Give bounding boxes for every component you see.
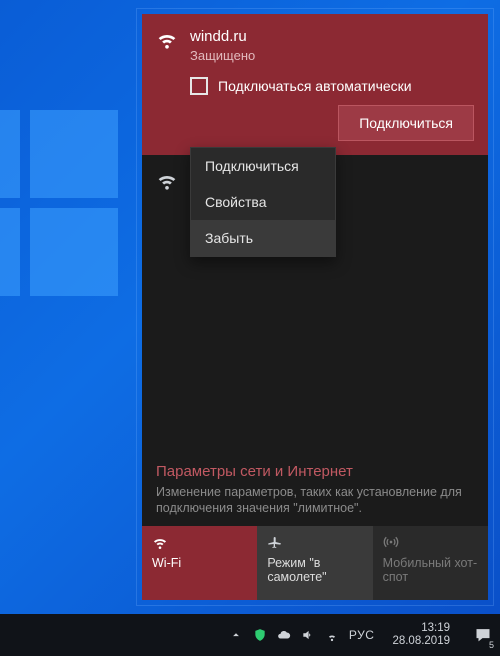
context-menu-forget[interactable]: Забыть <box>191 220 335 256</box>
network-settings-description: Изменение параметров, таких как установл… <box>156 484 474 516</box>
tray-cloud-icon[interactable] <box>277 628 291 642</box>
tray-network-icon[interactable] <box>325 628 339 642</box>
network-settings-title: Параметры сети и Интернет <box>156 463 474 480</box>
wifi-icon <box>152 534 247 550</box>
network-item-selected[interactable]: windd.ru Защищено Подключаться автоматич… <box>142 14 488 155</box>
connect-button[interactable]: Подключиться <box>338 105 474 141</box>
tile-wifi[interactable]: Wi-Fi <box>142 526 257 600</box>
hotspot-icon <box>383 534 478 550</box>
network-context-menu: Подключиться Свойства Забыть <box>190 147 336 257</box>
network-status: Защищено <box>190 48 255 63</box>
tile-wifi-label: Wi-Fi <box>152 556 247 570</box>
tray-date: 28.08.2019 <box>392 635 450 648</box>
context-menu-properties[interactable]: Свойства <box>191 184 335 220</box>
tray-clock[interactable]: 13:19 28.08.2019 <box>384 622 458 648</box>
context-menu-connect[interactable]: Подключиться <box>191 148 335 184</box>
quick-tiles: Wi-Fi Режим "в самолете" Мобильный хот-с… <box>142 526 488 600</box>
tray-chevron-up-icon[interactable] <box>229 628 243 642</box>
auto-connect-row[interactable]: Подключаться автоматически <box>190 77 474 95</box>
tray-volume-icon[interactable] <box>301 628 315 642</box>
network-name: windd.ru <box>190 28 255 46</box>
tile-hotspot-label: Мобильный хот-спот <box>383 556 478 584</box>
wifi-icon <box>156 169 178 191</box>
network-settings-link[interactable]: Параметры сети и Интернет Изменение пара… <box>142 451 488 526</box>
auto-connect-label: Подключаться автоматически <box>218 78 412 94</box>
taskbar: РУС 13:19 28.08.2019 5 <box>0 614 500 656</box>
system-tray: РУС 13:19 28.08.2019 5 <box>229 614 500 656</box>
network-item-second[interactable]: UКр Зац Подключиться Свойства Забыть <box>142 155 488 204</box>
tray-shield-icon[interactable] <box>253 628 267 642</box>
tile-airplane[interactable]: Режим "в самолете" <box>257 526 372 600</box>
airplane-icon <box>267 534 362 550</box>
network-flyout: windd.ru Защищено Подключаться автоматич… <box>142 14 488 600</box>
tray-time: 13:19 <box>392 622 450 635</box>
wifi-icon <box>156 28 178 50</box>
windows-logo-partial <box>0 110 118 296</box>
tray-language[interactable]: РУС <box>349 628 375 642</box>
action-center-icon[interactable]: 5 <box>468 614 498 656</box>
desktop: windd.ru Защищено Подключаться автоматич… <box>0 0 500 656</box>
tile-hotspot[interactable]: Мобильный хот-спот <box>373 526 488 600</box>
auto-connect-checkbox[interactable] <box>190 77 208 95</box>
action-center-count: 5 <box>489 640 494 650</box>
tile-airplane-label: Режим "в самолете" <box>267 556 362 584</box>
